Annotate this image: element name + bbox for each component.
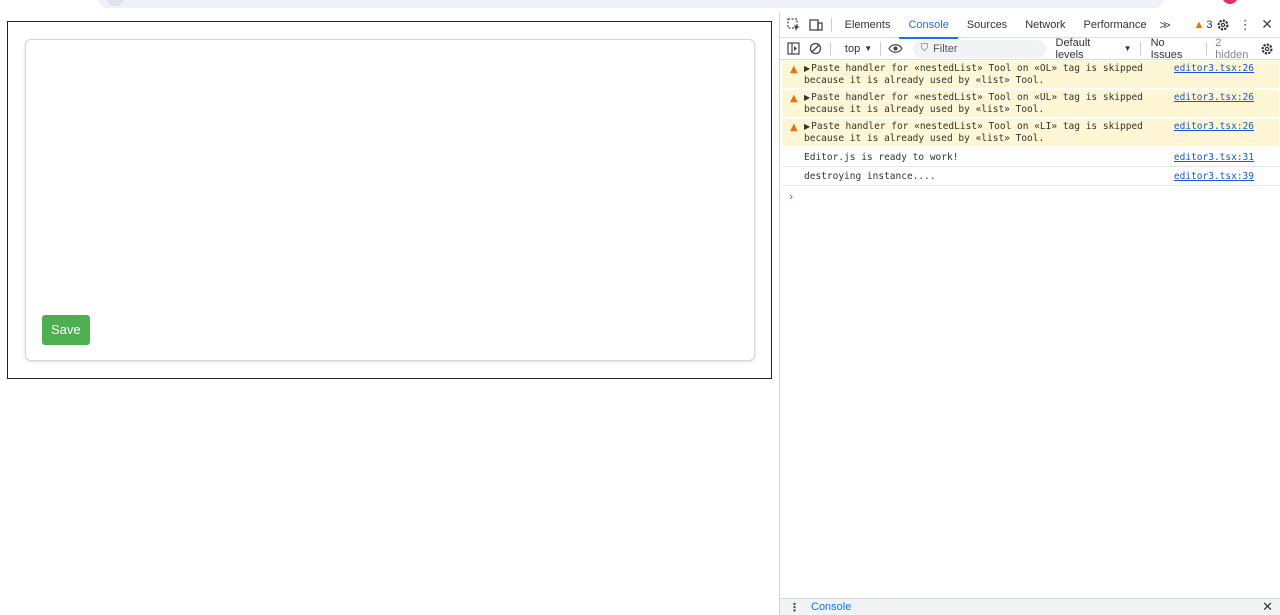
profile-avatar[interactable] (1222, 0, 1238, 4)
save-button[interactable]: Save (42, 315, 90, 345)
close-devtools-icon[interactable]: ✕ (1256, 14, 1278, 36)
tab-performance[interactable]: Performance (1075, 12, 1156, 38)
console-message-warning[interactable]: ▲ ▶Paste handler for «nestedList» Tool o… (782, 61, 1279, 90)
hidden-messages-count: 2 hidden (1215, 36, 1249, 61)
address-bar[interactable] (98, 0, 1164, 8)
expand-caret-icon[interactable]: ▶ (804, 122, 810, 131)
divider (1139, 41, 1141, 56)
web-page: Save (0, 12, 779, 615)
console-message-warning[interactable]: ▲ ▶Paste handler for «nestedList» Tool o… (782, 90, 1279, 119)
context-value: top (844, 42, 861, 55)
inspect-element-icon[interactable] (783, 14, 805, 36)
context-selector[interactable]: top ▼ (841, 43, 876, 55)
dropdown-arrow-icon: ▼ (864, 44, 873, 53)
tab-console[interactable]: Console (899, 12, 959, 39)
expand-caret-icon[interactable]: ▶ (804, 93, 810, 102)
tab-network[interactable]: Network (1016, 12, 1074, 38)
settings-gear-icon[interactable] (1213, 14, 1235, 36)
console-toolbar: top ▼ ⛉ Filter Default levels ▼ No Issue… (780, 36, 1280, 61)
filter-funnel-icon: ⛉ (920, 43, 929, 54)
source-link[interactable]: editor3.tsx:26 (1174, 121, 1254, 133)
expand-caret-icon[interactable]: ▶ (804, 64, 810, 73)
console-message-log[interactable]: Editor.js is ready to work! editor3.tsx:… (782, 148, 1279, 167)
message-text: Editor.js is ready to work! (804, 152, 959, 163)
browser-top-strip (0, 0, 1238, 12)
devtools-panel: Elements Console Sources Network Perform… (779, 12, 1280, 615)
more-tabs-icon[interactable]: >> (1156, 18, 1172, 32)
tab-sources[interactable]: Sources (958, 12, 1016, 38)
close-drawer-icon[interactable]: ✕ (1262, 599, 1273, 615)
filter-input[interactable]: ⛉ Filter (912, 39, 1046, 58)
kebab-menu-icon[interactable]: ⋮ (1234, 14, 1256, 36)
device-toolbar-icon[interactable] (805, 14, 827, 36)
source-link[interactable]: editor3.tsx:26 (1174, 63, 1254, 75)
console-messages: ▲ ▶Paste handler for «nestedList» Tool o… (780, 61, 1280, 186)
log-levels-value: Default levels (1055, 36, 1091, 61)
warning-icon: ▲ (1193, 18, 1205, 31)
source-link[interactable]: editor3.tsx:31 (1174, 152, 1254, 164)
dropdown-arrow-icon: ▼ (1123, 44, 1132, 53)
console-prompt-chevron-icon[interactable]: › (789, 190, 793, 203)
filter-placeholder: Filter (933, 42, 958, 55)
drawer-tab-console[interactable]: Console (811, 601, 851, 613)
warning-icon: ▲ (790, 64, 798, 75)
console-message-warning[interactable]: ▲ ▶Paste handler for «nestedList» Tool o… (782, 119, 1279, 148)
clear-console-icon[interactable] (804, 38, 825, 60)
sidebar-toggle-icon[interactable] (783, 38, 804, 60)
message-text: destroying instance.... (804, 171, 936, 182)
issues-counter[interactable]: No Issues (1151, 37, 1199, 61)
divider (880, 41, 882, 56)
editor-container: Save (7, 21, 772, 379)
console-drawer-bar: ⋮ Console ✕ (780, 598, 1280, 615)
divider (1206, 41, 1208, 56)
console-message-log[interactable]: destroying instance.... editor3.tsx:39 (782, 167, 1279, 186)
message-text: Paste handler for «nestedList» Tool on «… (804, 92, 1143, 115)
source-link[interactable]: editor3.tsx:26 (1174, 92, 1254, 104)
message-text: Paste handler for «nestedList» Tool on «… (804, 121, 1143, 144)
editor-card[interactable]: Save (25, 39, 755, 361)
divider (829, 41, 831, 56)
warnings-badge[interactable]: ▲ 3 (1194, 19, 1213, 31)
message-text: Paste handler for «nestedList» Tool on «… (804, 63, 1143, 86)
source-link[interactable]: editor3.tsx:39 (1174, 171, 1254, 183)
console-settings-gear-icon[interactable] (1257, 38, 1278, 60)
tab-elements[interactable]: Elements (836, 12, 900, 38)
warning-icon: ▲ (790, 93, 798, 104)
devtools-tab-bar: Elements Console Sources Network Perform… (780, 12, 1280, 39)
log-levels-dropdown[interactable]: Default levels ▼ (1056, 37, 1132, 61)
divider (830, 17, 832, 32)
live-expression-eye-icon[interactable] (885, 38, 906, 60)
drawer-menu-icon[interactable]: ⋮ (789, 601, 800, 614)
warning-icon: ▲ (790, 122, 798, 133)
